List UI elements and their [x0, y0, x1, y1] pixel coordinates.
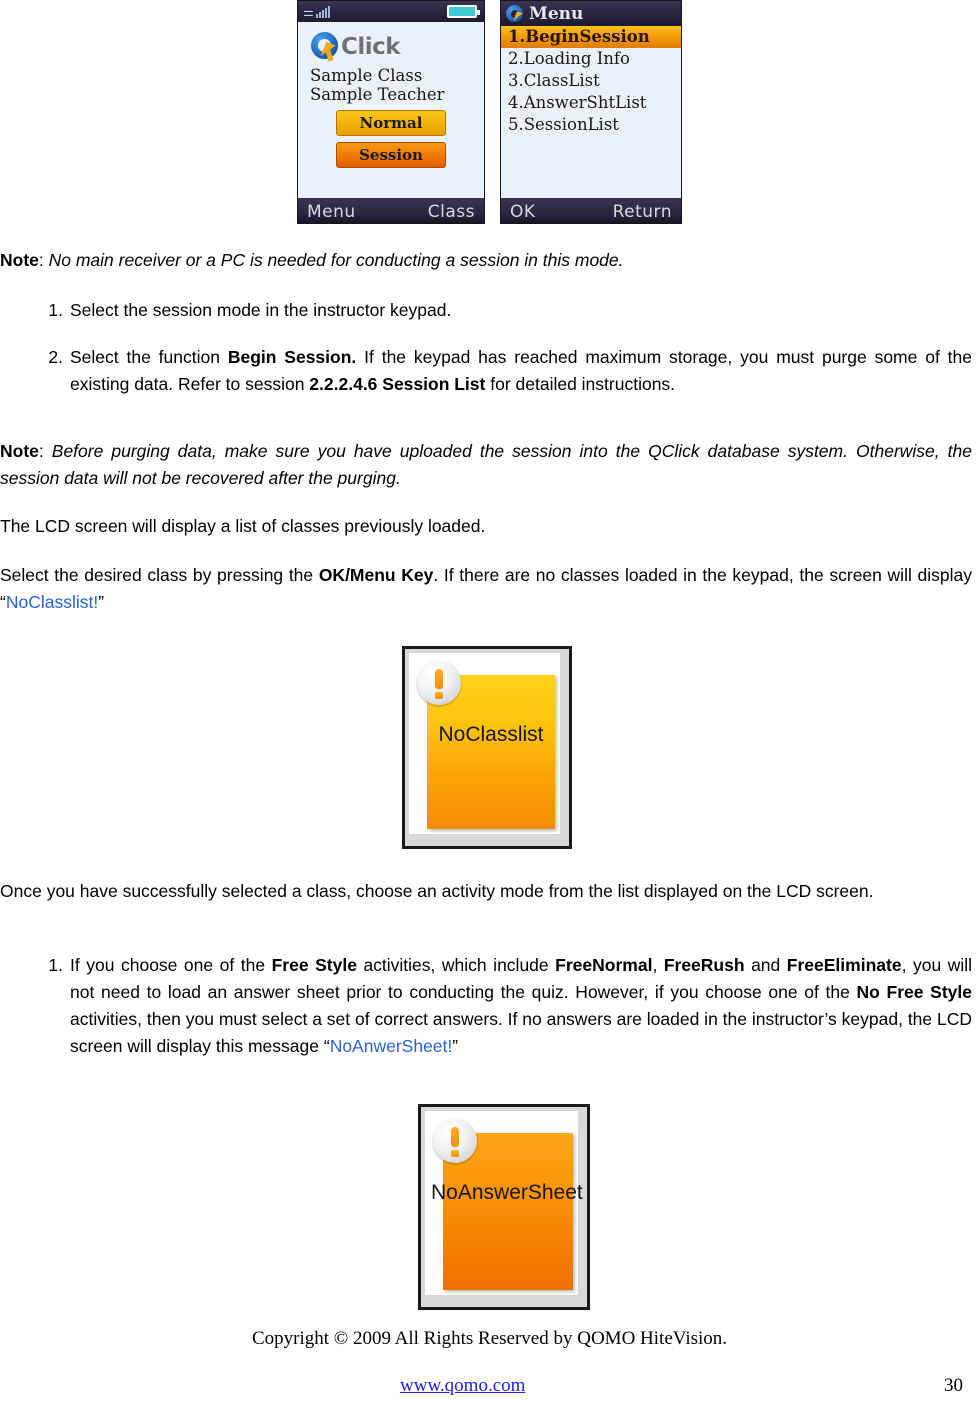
qclick-q-icon — [310, 31, 344, 63]
noanswersheet-inline-message: NoAnwerSheet! — [329, 1036, 453, 1056]
lcd-menu-title: Menu — [529, 3, 584, 24]
menu-item-session-list[interactable]: 5.SessionList — [501, 114, 681, 136]
lcd-home-screen: ⚌ Click Sample Class Sample Teacher Norm… — [297, 0, 485, 224]
list-text-bold-begin-session: Begin Session. — [227, 347, 357, 367]
note-label-2: Note — [0, 441, 39, 461]
noclasslist-dialog-figure: NoClasslist — [402, 646, 572, 849]
note-label-1: Note — [0, 250, 39, 270]
paragraph-select-class: Select the desired class by pressing the… — [0, 562, 972, 616]
paragraph-lcd-class-list: The LCD screen will display a list of cl… — [0, 516, 486, 536]
footer-page-number: 30 — [944, 1375, 963, 1396]
lcd-normal-button[interactable]: Normal — [336, 110, 446, 136]
lcd-session-button[interactable]: Session — [336, 142, 446, 168]
footer-copyright: Copyright © 2009 All Rights Reserved by … — [251, 1328, 728, 1349]
lcd-class-name: Sample Class — [310, 66, 423, 85]
list-item-1-2: 2. Select the function Begin Session. If … — [48, 344, 972, 398]
bold-no-free-style: No Free Style — [856, 982, 972, 1002]
softkey-ok[interactable]: OK — [510, 202, 536, 222]
l2-text-d: and — [744, 955, 787, 975]
note-text-2: Before purging data, make sure you have … — [0, 441, 972, 488]
qclick-logo-text: Click — [341, 34, 401, 60]
noclasslist-dialog-inner: NoClasslist — [409, 653, 560, 834]
l2-text-f: activities, then you must select a set o… — [70, 1009, 973, 1056]
l2-text-c: , — [652, 955, 664, 975]
list-text-bold-session-list-ref: 2.2.2.4.6 Session List — [309, 374, 486, 394]
bold-free-rush: FreeRush — [663, 955, 745, 975]
note-paragraph-2: Note: Before purging data, make sure you… — [0, 438, 972, 492]
list-item-1-1: 1. Select the session mode in the instru… — [48, 297, 972, 324]
warning-exclamation-icon — [433, 1119, 477, 1163]
list-number: 2. — [48, 347, 63, 367]
l2-text-b: activities, which include — [356, 955, 556, 975]
bold-free-normal: FreeNormal — [555, 955, 653, 975]
list-item-text: Select the session mode in the instructo… — [70, 300, 452, 320]
noclasslist-dialog-label: NoClasslist — [438, 723, 544, 746]
lcd-menu-title-bar: Menu — [501, 1, 681, 26]
bold-free-style: Free Style — [271, 955, 357, 975]
lcd-home-body: Click Sample Class Sample Teacher Normal… — [298, 22, 484, 198]
signal-bars-icon: ⚌ — [303, 4, 330, 18]
select-text-c: ” — [98, 592, 105, 612]
noanswersheet-dialog-label: NoAnswerSheet — [431, 1181, 583, 1204]
bold-free-eliminate: FreeEliminate — [786, 955, 902, 975]
lcd-menu-softkey-bar: OK Return — [501, 198, 681, 223]
note-sep-2: : — [38, 441, 52, 461]
ok-menu-key-bold: OK/Menu Key — [318, 565, 434, 585]
note-text-1: No main receiver or a PC is needed for c… — [48, 250, 624, 270]
note-paragraph-1: Note: No main receiver or a PC is needed… — [0, 247, 972, 274]
lcd-softkey-bar: Menu Class — [298, 198, 484, 223]
note-sep-1: : — [38, 250, 49, 270]
footer-website-link[interactable]: www.qomo.com — [400, 1375, 525, 1397]
noanswersheet-dialog-inner: NoAnswerSheet — [425, 1111, 583, 1295]
warning-exclamation-icon — [417, 661, 461, 705]
lcd-teacher-name: Sample Teacher — [310, 85, 445, 104]
menu-item-begin-session[interactable]: 1.BeginSession — [501, 26, 681, 48]
noclasslist-inline-message: NoClasslist! — [5, 592, 99, 612]
list-text-c: for detailed instructions. — [485, 374, 676, 394]
noanswersheet-dialog-figure: NoAnswerSheet — [418, 1104, 590, 1310]
lcd-screens-figure: ⚌ Click Sample Class Sample Teacher Norm… — [0, 0, 979, 226]
lcd-menu-body: 1.BeginSession 2.Loading Info 3.ClassLis… — [501, 26, 681, 198]
list-number: 1. — [48, 300, 63, 320]
select-text-a: Select the desired class by pressing the — [0, 565, 319, 585]
softkey-return[interactable]: Return — [613, 202, 672, 222]
menu-item-loading-info[interactable]: 2.Loading Info — [501, 48, 681, 70]
list-number: 1. — [48, 955, 63, 975]
qclick-logo: Click — [298, 22, 484, 66]
softkey-class[interactable]: Class — [428, 202, 475, 222]
paragraph-once-selected: Once you have successfully selected a cl… — [0, 881, 874, 901]
l2-text-g: ” — [452, 1036, 459, 1056]
menu-item-answer-sht-list[interactable]: 4.AnswerShtList — [501, 92, 681, 114]
softkey-menu[interactable]: Menu — [307, 202, 356, 222]
menu-item-class-list[interactable]: 3.ClassList — [501, 70, 681, 92]
list-item-2-1: 1. If you choose one of the Free Style ac… — [48, 952, 973, 1060]
l2-text-a: If you choose one of the — [70, 955, 272, 975]
lcd-status-bar: ⚌ — [298, 1, 484, 22]
list-text-a: Select the function — [70, 347, 228, 367]
lcd-menu-screen: Menu 1.BeginSession 2.Loading Info 3.Cla… — [500, 0, 682, 224]
battery-full-icon — [447, 5, 480, 18]
qclick-q-icon-small — [506, 4, 525, 23]
